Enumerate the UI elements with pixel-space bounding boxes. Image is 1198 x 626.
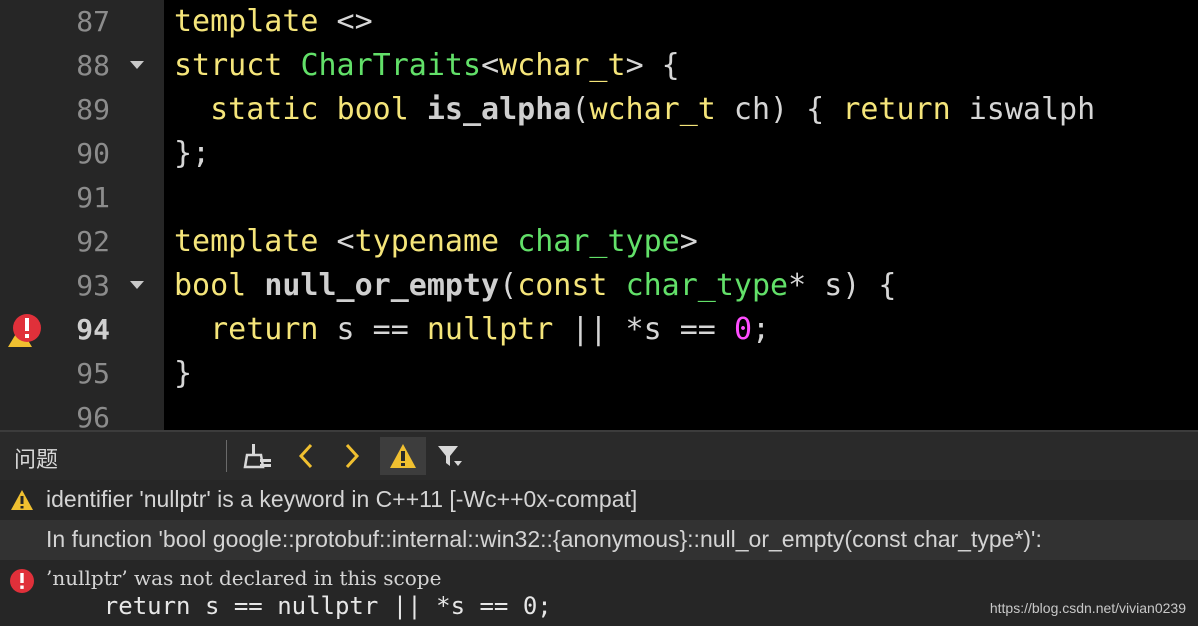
error-marker-icon[interactable] [8,313,42,347]
code-token: char_type [625,268,789,303]
code-text: } [174,352,192,396]
next-button[interactable] [332,437,372,475]
code-line[interactable]: 88 struct CharTraits<wchar_t> { [0,44,1198,88]
code-token: CharTraits [300,48,482,83]
code-token: null_or_empty [264,268,500,303]
problems-title: 问题 [14,448,59,473]
code-token: > { [625,48,680,83]
code-token: typename [354,224,500,259]
chevron-left-icon [298,443,313,469]
line-number: 87 [76,5,110,38]
line-number: 94 [76,313,110,346]
problem-row-error[interactable]: ’nullptr’ was not declared in this scope… [0,560,1198,626]
code-line[interactable]: 92 template <typename char_type> [0,220,1198,264]
code-token: bool [336,92,409,127]
problem-row-warning[interactable]: identifier 'nullptr' is a keyword in C++… [0,480,1198,520]
problems-toolbar: 问题 [0,430,1198,481]
line-number: 88 [76,49,110,82]
line-number: 95 [76,357,110,390]
code-token: wchar_t [499,48,626,83]
line-number: 90 [76,137,110,170]
code-text: template <typename char_type> [174,220,698,264]
code-text: template <> [174,0,373,44]
code-line[interactable]: 89 static bool is_alpha(wchar_t ch) { re… [0,88,1198,132]
code-token: <> [318,4,373,39]
code-text: return s == nullptr || *s == 0; [174,308,770,352]
warning-icon [390,444,416,468]
warning-message: identifier 'nullptr' is a keyword in C++… [46,486,638,512]
code-token: const [517,268,608,303]
problem-row-context[interactable]: In function 'bool google::protobuf::inte… [0,520,1198,560]
clear-button[interactable] [238,437,278,475]
code-token: return [842,92,951,127]
warning-icon [11,490,33,510]
code-token: struct [174,48,283,83]
filter-icon [438,446,462,466]
code-token: template [174,4,319,39]
code-token: || *s == [553,312,734,347]
code-token: nullptr [426,312,554,347]
code-token: * s) { [788,268,897,303]
code-token: bool [174,268,247,303]
broom-icon [243,444,271,469]
line-number: 93 [76,269,110,302]
code-token: }; [174,136,211,171]
error-code-snippet: return s == nullptr || *s == 0; [46,592,552,620]
code-line[interactable]: 96 [0,396,1198,430]
code-text: struct CharTraits<wchar_t> { [174,44,680,88]
fold-arrow-icon[interactable] [130,61,144,69]
code-text: }; [174,132,210,176]
code-token: ( [499,268,518,303]
code-token: iswalph [950,92,1096,127]
code-line[interactable]: 90}; [0,132,1198,176]
code-line[interactable]: 94 return s == nullptr || *s == 0; [0,308,1198,352]
code-line[interactable]: 91 [0,176,1198,220]
code-token: wchar_t [589,92,716,127]
code-token: template [174,224,319,259]
code-token: < [481,48,500,83]
code-token: > [679,224,698,259]
code-token: 0 [733,312,752,347]
code-text: bool null_or_empty(const char_type* s) { [174,264,897,308]
line-number: 89 [76,93,110,126]
previous-button[interactable] [286,437,326,475]
watermark-text: https://blog.csdn.net/vivian0239 [989,600,1186,616]
code-token: } [174,356,193,391]
code-line[interactable]: 93 bool null_or_empty(const char_type* s)… [0,264,1198,308]
code-text: static bool is_alpha(wchar_t ch) { retur… [174,88,1095,132]
chevron-right-icon [345,443,360,469]
line-number: 92 [76,225,110,258]
toolbar-separator [226,440,227,472]
code-editor[interactable]: 87 template <> 88 struct CharTraits<wchar_t… [0,0,1198,430]
fold-arrow-icon[interactable] [130,281,144,289]
code-token: char_type [517,224,680,259]
code-token: is_alpha [426,92,572,127]
code-token: ; [752,312,771,347]
code-line[interactable]: 95} [0,352,1198,396]
line-number: 91 [76,181,110,214]
error-icon [10,569,34,593]
filter-button[interactable] [430,437,470,475]
code-token: < [318,224,355,259]
code-token: ch) { [715,92,843,127]
warnings-toggle-button[interactable] [380,437,426,475]
code-token: static [210,92,319,127]
code-token: return [210,312,319,347]
code-token: ( [571,92,590,127]
problems-panel: 问题 identifier 'nullptr' is a keyword in … [0,430,1198,626]
code-line[interactable]: 87 template <> [0,0,1198,44]
error-message: ’nullptr’ was not declared in this scope [46,566,442,590]
code-token: s == [318,312,427,347]
context-message: In function 'bool google::protobuf::inte… [46,526,1042,552]
line-number: 96 [76,401,110,430]
